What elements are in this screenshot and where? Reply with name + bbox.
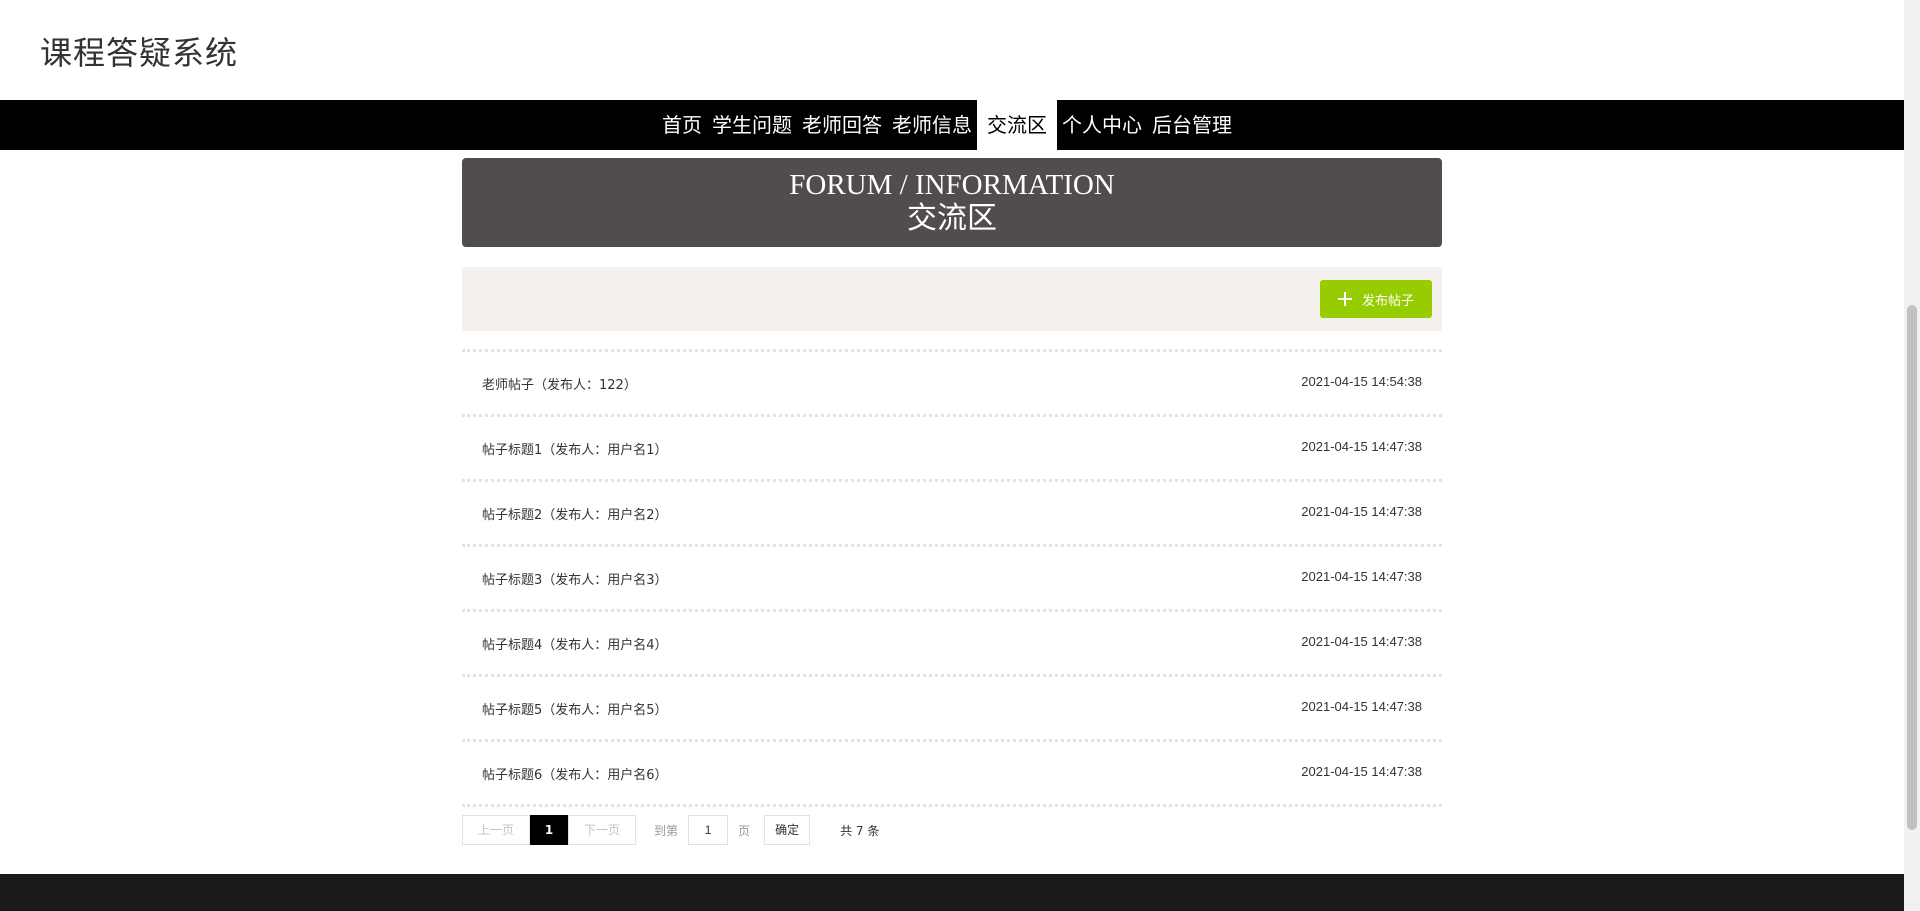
- publish-post-label: 发布帖子: [1361, 293, 1414, 309]
- publish-post-button[interactable]: 发布帖子: [1320, 280, 1432, 318]
- post-title[interactable]: 帖子标题5（发布人：用户名5）: [482, 699, 668, 718]
- page-unit-label: 页: [738, 823, 751, 838]
- next-page-button[interactable]: 下一页: [568, 815, 637, 845]
- post-row[interactable]: 帖子标题5（发布人：用户名5） 2021-04-15 14:47:38: [462, 674, 1442, 739]
- nav-item-4[interactable]: 交流区: [977, 100, 1057, 150]
- post-time: 2021-04-15 14:47:38: [1301, 504, 1422, 519]
- nav-item-6[interactable]: 后台管理: [1147, 100, 1237, 150]
- post-time: 2021-04-15 14:54:38: [1301, 374, 1422, 389]
- page: 课程答疑系统 首页 学生问题 老师回答 老师信息 交流区 个人中心 后台管理 FORUM /…: [0, 0, 1904, 911]
- post-title[interactable]: 帖子标题4（发布人：用户名4）: [482, 634, 668, 653]
- nav-item-1[interactable]: 学生问题: [707, 100, 797, 150]
- post-title[interactable]: 帖子标题1（发布人：用户名1）: [482, 439, 668, 458]
- post-row[interactable]: 老师帖子（发布人：122） 2021-04-15 14:54:38: [462, 349, 1442, 414]
- nav-item-2[interactable]: 老师回答: [797, 100, 887, 150]
- post-row[interactable]: 帖子标题6（发布人：用户名6） 2021-04-15 14:47:38: [462, 739, 1442, 807]
- post-title[interactable]: 帖子标题2（发布人：用户名2）: [482, 504, 668, 523]
- total-count: 共 7 条: [840, 823, 880, 838]
- post-row[interactable]: 帖子标题4（发布人：用户名4） 2021-04-15 14:47:38: [462, 609, 1442, 674]
- pagination: 上一页 1 下一页 到第 页 确定 共 7 条: [462, 815, 879, 845]
- site-footer: [0, 874, 1904, 911]
- nav-item-5[interactable]: 个人中心: [1057, 100, 1147, 150]
- current-page-button[interactable]: 1: [530, 815, 569, 845]
- post-time: 2021-04-15 14:47:38: [1301, 699, 1422, 714]
- goto-page-input[interactable]: [688, 815, 729, 845]
- post-title[interactable]: 帖子标题3（发布人：用户名3）: [482, 569, 668, 588]
- nav-item-0[interactable]: 首页: [657, 100, 707, 150]
- post-row[interactable]: 帖子标题3（发布人：用户名3） 2021-04-15 14:47:38: [462, 544, 1442, 609]
- goto-label: 到第: [654, 823, 679, 838]
- page-scrollbar[interactable]: [1904, 0, 1920, 911]
- prev-page-button[interactable]: 上一页: [462, 815, 531, 845]
- goto-confirm-button[interactable]: 确定: [764, 815, 811, 845]
- section-banner: FORUM / INFORMATION 交流区: [462, 158, 1442, 247]
- post-title[interactable]: 老师帖子（发布人：122）: [482, 374, 637, 393]
- forum-toolbar: 发布帖子: [462, 267, 1442, 331]
- post-row[interactable]: 帖子标题1（发布人：用户名1） 2021-04-15 14:47:38: [462, 414, 1442, 479]
- post-time: 2021-04-15 14:47:38: [1301, 569, 1422, 584]
- post-time: 2021-04-15 14:47:38: [1301, 439, 1422, 454]
- nav-list: 首页 学生问题 老师回答 老师信息 交流区 个人中心 后台管理: [657, 100, 1237, 150]
- site-header: 课程答疑系统: [0, 0, 1904, 100]
- banner-title-cn: 交流区: [907, 201, 997, 236]
- scrollbar-thumb[interactable]: [1907, 305, 1917, 830]
- post-time: 2021-04-15 14:47:38: [1301, 764, 1422, 779]
- plus-icon: [1337, 292, 1352, 306]
- nav-item-3[interactable]: 老师信息: [887, 100, 977, 150]
- post-row[interactable]: 帖子标题2（发布人：用户名2） 2021-04-15 14:47:38: [462, 479, 1442, 544]
- main-nav: 首页 学生问题 老师回答 老师信息 交流区 个人中心 后台管理: [0, 100, 1904, 150]
- post-title[interactable]: 帖子标题6（发布人：用户名6）: [482, 764, 668, 783]
- site-title: 课程答疑系统: [40, 34, 239, 72]
- post-time: 2021-04-15 14:47:38: [1301, 634, 1422, 649]
- post-list: 老师帖子（发布人：122） 2021-04-15 14:54:38 帖子标题1（发布…: [462, 349, 1442, 807]
- banner-title-en: FORUM / INFORMATION: [789, 169, 1115, 201]
